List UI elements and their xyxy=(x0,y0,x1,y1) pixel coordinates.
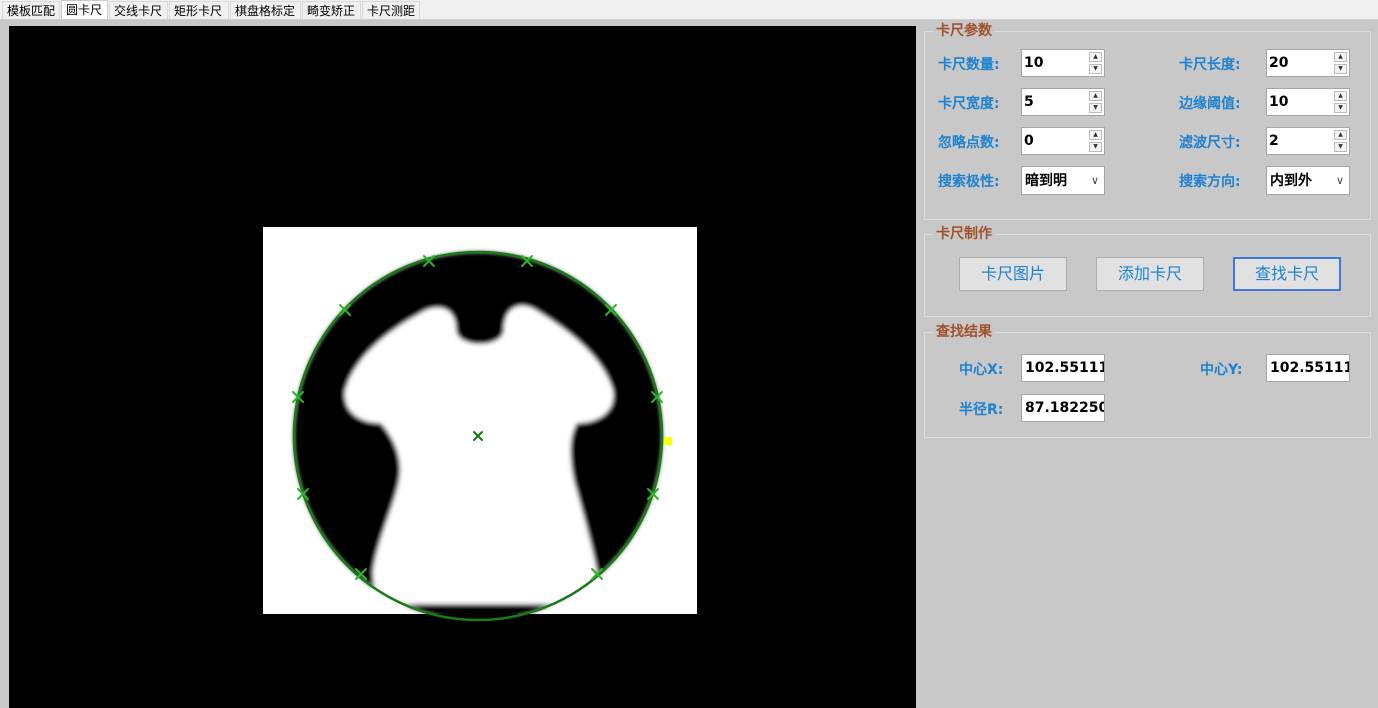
tab-chessboard-calib[interactable]: 棋盘格标定 xyxy=(230,1,301,19)
caliper-count-label: 卡尺数量: xyxy=(938,57,1000,73)
image-viewer[interactable] xyxy=(9,26,916,708)
center-y-value: 102.551111 xyxy=(1270,360,1349,376)
caliper-count-value: 10 xyxy=(1024,55,1044,71)
caliper-handle[interactable] xyxy=(664,437,672,445)
caliper-width-label: 卡尺宽度: xyxy=(938,96,1000,112)
center-x-field[interactable]: 102.551111 xyxy=(1021,354,1105,382)
find-result-title: 查找结果 xyxy=(933,323,995,341)
search-polarity-value: 暗到明 xyxy=(1025,173,1067,189)
caliper-width-value: 5 xyxy=(1024,94,1034,110)
search-direction-select[interactable]: 内到外 ∨ xyxy=(1266,166,1350,195)
ignore-points-value: 0 xyxy=(1024,133,1034,149)
add-caliper-button[interactable]: 添加卡尺 xyxy=(1096,257,1204,291)
center-y-field[interactable]: 102.551111 xyxy=(1266,354,1350,382)
tab-template-match[interactable]: 模板匹配 xyxy=(2,1,60,19)
filter-size-stepper[interactable]: 2 ▲ ▼ xyxy=(1266,127,1350,155)
spin-down-icon[interactable]: ▼ xyxy=(1089,64,1102,74)
radius-value: 87.182250 xyxy=(1025,400,1105,416)
filter-size-label: 滤波尺寸: xyxy=(1179,135,1241,151)
search-polarity-select[interactable]: 暗到明 ∨ xyxy=(1021,166,1105,195)
ignore-points-label: 忽略点数: xyxy=(938,135,1000,151)
edge-threshold-value: 10 xyxy=(1269,94,1289,110)
tab-bar: 模板匹配 圆卡尺 交线卡尺 矩形卡尺 棋盘格标定 畸变矫正 卡尺测距 xyxy=(0,0,1378,20)
chevron-down-icon: ∨ xyxy=(1335,174,1344,187)
tab-line-caliper[interactable]: 交线卡尺 xyxy=(109,1,168,19)
spin-up-icon[interactable]: ▲ xyxy=(1334,91,1347,101)
caliper-length-label: 卡尺长度: xyxy=(1179,57,1241,73)
caliper-length-stepper[interactable]: 20 ▲ ▼ xyxy=(1266,49,1350,77)
center-x-label: 中心X: xyxy=(959,362,1004,378)
caliper-length-value: 20 xyxy=(1269,55,1289,71)
search-direction-label: 搜索方向: xyxy=(1179,174,1241,190)
spin-up-icon[interactable]: ▲ xyxy=(1089,130,1102,140)
caliper-count-stepper[interactable]: 10 ▲ ▼ xyxy=(1021,49,1105,77)
filter-size-value: 2 xyxy=(1269,133,1279,149)
caliper-count-spin[interactable]: ▲ ▼ xyxy=(1089,52,1102,74)
chevron-down-icon: ∨ xyxy=(1090,174,1099,187)
caliper-length-spin[interactable]: ▲ ▼ xyxy=(1334,52,1347,74)
caliper-width-stepper[interactable]: 5 ▲ ▼ xyxy=(1021,88,1105,116)
find-caliper-button[interactable]: 查找卡尺 xyxy=(1233,257,1341,291)
center-x-value: 102.551111 xyxy=(1025,360,1104,376)
ignore-points-stepper[interactable]: 0 ▲ ▼ xyxy=(1021,127,1105,155)
caliper-width-spin[interactable]: ▲ ▼ xyxy=(1089,91,1102,113)
spin-up-icon[interactable]: ▲ xyxy=(1334,130,1347,140)
caliper-make-title: 卡尺制作 xyxy=(933,225,995,243)
search-direction-value: 内到外 xyxy=(1270,173,1312,189)
spin-down-icon[interactable]: ▼ xyxy=(1334,64,1347,74)
edge-threshold-spin[interactable]: ▲ ▼ xyxy=(1334,91,1347,113)
spin-up-icon[interactable]: ▲ xyxy=(1089,91,1102,101)
radius-label: 半径R: xyxy=(959,402,1004,418)
spin-up-icon[interactable]: ▲ xyxy=(1089,52,1102,62)
tab-distortion-correct[interactable]: 畸变矫正 xyxy=(302,1,361,19)
spin-down-icon[interactable]: ▼ xyxy=(1089,103,1102,113)
search-polarity-label: 搜索极性: xyxy=(938,174,1000,190)
tab-rect-caliper[interactable]: 矩形卡尺 xyxy=(169,1,229,19)
center-y-label: 中心Y: xyxy=(1200,362,1243,378)
spin-down-icon[interactable]: ▼ xyxy=(1334,103,1347,113)
viewer-canvas xyxy=(263,227,697,622)
ignore-points-spin[interactable]: ▲ ▼ xyxy=(1089,130,1102,152)
caliper-image-button[interactable]: 卡尺图片 xyxy=(959,257,1067,291)
spin-down-icon[interactable]: ▼ xyxy=(1089,142,1102,152)
spin-down-icon[interactable]: ▼ xyxy=(1334,142,1347,152)
edge-threshold-label: 边缘阈值: xyxy=(1179,96,1241,112)
tab-circle-caliper[interactable]: 圆卡尺 xyxy=(61,0,108,20)
tab-caliper-distance[interactable]: 卡尺测距 xyxy=(362,1,420,19)
filter-size-spin[interactable]: ▲ ▼ xyxy=(1334,130,1347,152)
caliper-params-title: 卡尺参数 xyxy=(933,22,995,40)
radius-field[interactable]: 87.182250 xyxy=(1021,394,1105,422)
spin-up-icon[interactable]: ▲ xyxy=(1334,52,1347,62)
edge-threshold-stepper[interactable]: 10 ▲ ▼ xyxy=(1266,88,1350,116)
find-result-group: 查找结果 xyxy=(924,323,1371,438)
